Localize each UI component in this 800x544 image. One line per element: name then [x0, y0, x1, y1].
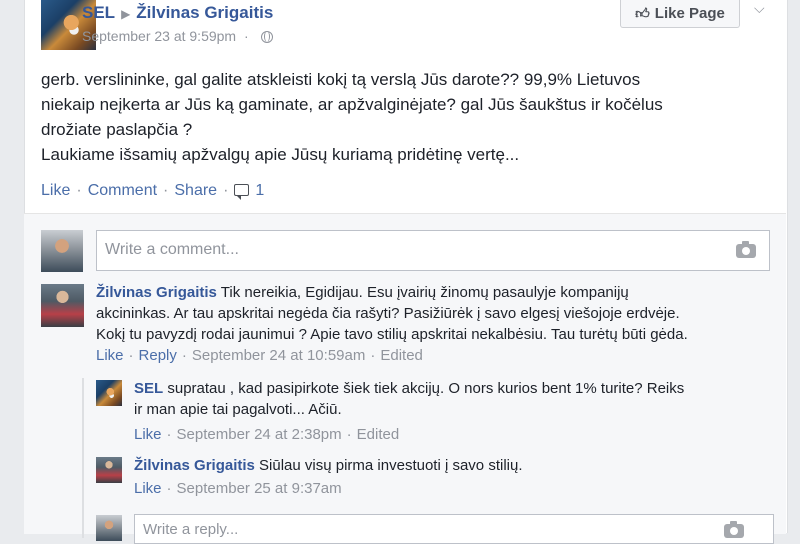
comment-bubble-icon[interactable] [234, 184, 250, 200]
comment-reply-link[interactable]: Reply [139, 347, 177, 364]
comment-author[interactable]: Žilvinas Grigaitis [96, 284, 217, 301]
reply-meta: Like · September 24 at 2:38pm · Edited [134, 426, 400, 443]
comment-like-link[interactable]: Like [96, 347, 124, 364]
reply-author[interactable]: SEL [134, 380, 163, 397]
thumbs-up-icon: 👍︎ [635, 5, 650, 21]
chevron-down-icon[interactable]: ⌵ [754, 0, 765, 17]
comments-section: Write a comment... Žilvinas Grigaitis Ti… [24, 213, 786, 544]
reply-text-line: ir man apie tai pagalvoti... Ačiū. [134, 401, 342, 418]
post-target-link[interactable]: Žilvinas Grigaitis [136, 3, 273, 22]
reply-time[interactable]: September 25 at 9:37am [177, 480, 342, 497]
camera-icon[interactable] [724, 521, 744, 538]
reply-author[interactable]: Žilvinas Grigaitis [134, 457, 255, 474]
camera-icon[interactable] [736, 241, 756, 258]
comment-text-line: akcininkas. Ar tau apskritai negėda čia … [96, 305, 680, 322]
comment-meta: Like · Reply · September 24 at 10:59am · Edite… [96, 347, 423, 364]
post-header: SEL ▶ Žilvinas Grigaitis [82, 3, 273, 23]
post-actions: Like · Comment · Share · 1 [41, 182, 265, 200]
post-text-line: niekaip neįkerta ar Jūs ką gaminate, ar … [41, 95, 663, 114]
reply-edited[interactable]: Edited [357, 426, 400, 443]
current-user-avatar [41, 230, 83, 272]
reply-like-link[interactable]: Like [134, 480, 162, 497]
share-link[interactable]: Share [174, 182, 217, 199]
reply-thread-line [82, 378, 84, 538]
globe-icon[interactable] [260, 31, 273, 43]
post-text-line: drožiate paslapčia ? [41, 120, 193, 139]
current-user-avatar [96, 515, 122, 541]
like-page-label: Like Page [654, 5, 725, 22]
comment: Žilvinas Grigaitis Tik nereikia, Egidija… [96, 282, 688, 366]
like-link[interactable]: Like [41, 182, 70, 199]
reply: SEL supratau , kad pasipirkote šiek tiek… [134, 378, 684, 445]
comment-link[interactable]: Comment [88, 182, 157, 199]
post-body: gerb. verslininke, gal galite atskleisti… [41, 67, 761, 167]
reply-meta: Like · September 25 at 9:37am [134, 480, 342, 497]
reply-text-line: Siūlau visų pirma investuoti į savo stil… [259, 457, 523, 474]
comment-text-line: Kokį tu pavyzdį rodai jaunimui ? Apie ta… [96, 326, 688, 343]
reply-like-link[interactable]: Like [134, 426, 162, 443]
post-text-line: Laukiame išsamių apžvalgų apie Jūsų kuri… [41, 145, 520, 164]
comment-author-avatar[interactable] [41, 284, 84, 327]
post-author-link[interactable]: SEL [82, 3, 115, 22]
like-page-button[interactable]: 👍︎ Like Page [620, 0, 740, 28]
comment-input[interactable]: Write a comment... [96, 230, 770, 271]
arrow-right-icon: ▶ [121, 7, 131, 21]
reply: Žilvinas Grigaitis Siūlau visų pirma inv… [134, 455, 523, 499]
post-meta: September 23 at 9:59pm · [82, 28, 273, 44]
reply-text-line: supratau , kad pasipirkote šiek tiek akc… [167, 380, 685, 397]
comment-time[interactable]: September 24 at 10:59am [192, 347, 365, 364]
post-text-line: gerb. verslininke, gal galite atskleisti… [41, 70, 641, 89]
comment-text-line: Tik nereikia, Egidijau. Esu įvairių žino… [220, 284, 629, 301]
reply-author-avatar[interactable] [96, 380, 122, 406]
post-timestamp[interactable]: September 23 at 9:59pm [82, 28, 236, 44]
reply-author-avatar[interactable] [96, 457, 122, 483]
reply-time[interactable]: September 24 at 2:38pm [177, 426, 342, 443]
comment-count[interactable]: 1 [255, 182, 264, 199]
comment-edited[interactable]: Edited [380, 347, 423, 364]
reply-input[interactable]: Write a reply... [134, 514, 774, 544]
